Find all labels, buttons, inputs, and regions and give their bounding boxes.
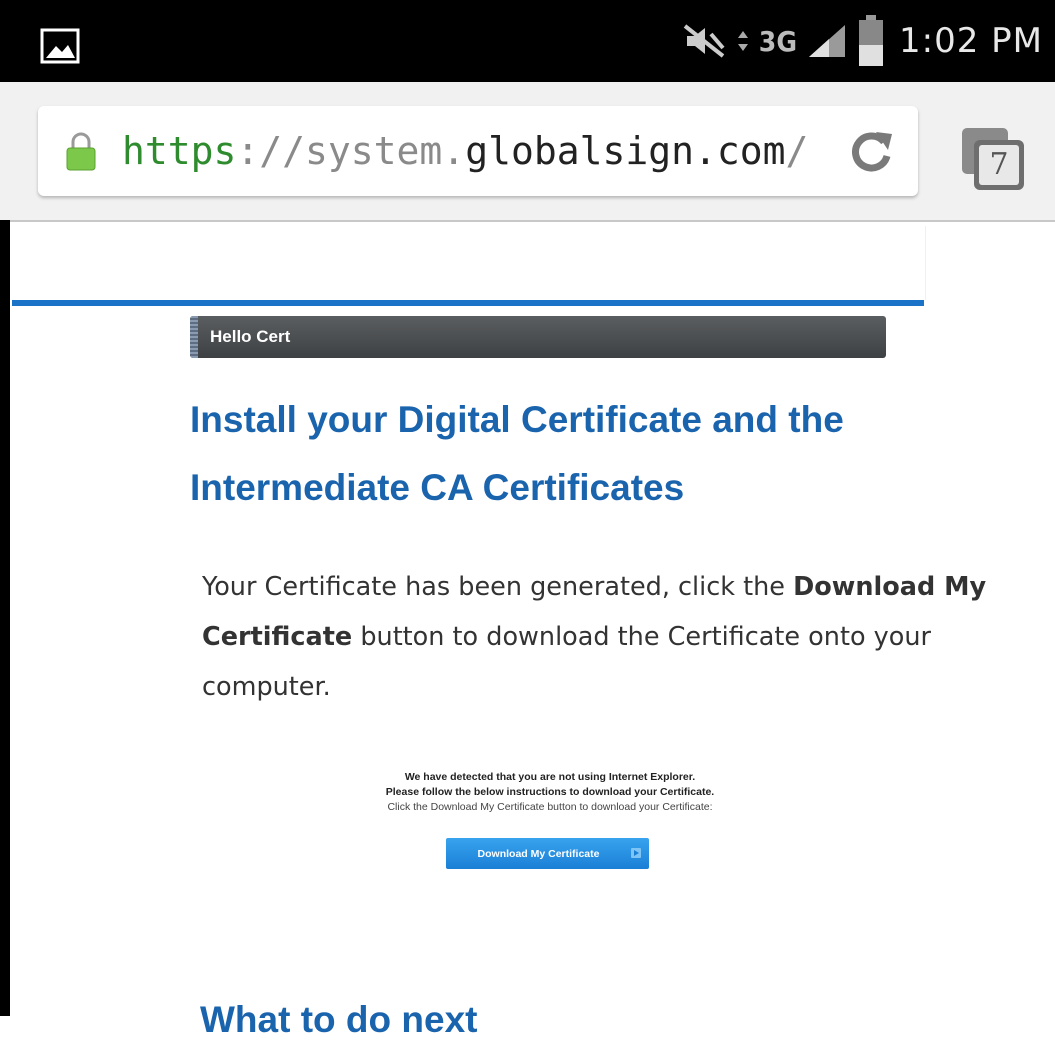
site-header [10,226,926,300]
address-bar[interactable]: https://system.globalsign.com/cr/p [38,106,918,196]
reload-icon[interactable] [846,126,896,176]
intro-part1: Your Certificate has been generated, cli… [202,572,794,602]
notice-line-1: We have detected that you are not using … [404,771,696,783]
url-host-prefix: system. [305,129,466,173]
arrow-right-icon [631,848,641,858]
notice-line-2: Please follow the below instructions to … [385,786,715,798]
lock-icon [66,132,96,171]
network-type: 3G [758,24,797,58]
intro-text: Your Certificate has been generated, cli… [202,562,1052,712]
notice-line-3: Click the Download My Certificate button… [387,801,713,813]
grip-handle [190,316,198,358]
download-certificate-button[interactable]: Download My Certificate [446,838,649,869]
account-greeting: Hello Cert [210,327,291,346]
tab-count: 7 [989,147,1009,182]
data-arrows-icon [737,31,748,51]
page-title: Install your Digital Certificate and the… [190,399,844,508]
clock: 1:02 PM [899,21,1043,61]
url-separator: :// [236,129,306,173]
account-bar: Hello Cert [190,316,886,358]
url-scheme: https [122,129,237,173]
signal-icon [809,25,845,57]
mute-icon [683,24,725,58]
download-button-label: Download My Certificate [477,847,600,860]
url-host: globalsign.com [465,129,786,173]
battery-icon [859,15,883,66]
next-steps-heading: What to do next [200,999,478,1040]
tab-switcher-button[interactable]: 7 [958,124,1028,194]
status-icons: 3G 1:02 PM [683,0,1043,82]
screen-edge [0,220,10,1016]
browser-toolbar: https://system.globalsign.com/cr/p 7 [0,82,1055,222]
url-path: /cr/p [785,129,812,173]
image-notification-icon [40,28,80,64]
browser-notice: We have detected that you are not using … [300,770,800,815]
url-text[interactable]: https://system.globalsign.com/cr/p [122,129,812,173]
header-divider [12,300,924,306]
status-bar: 3G 1:02 PM [0,0,1055,82]
